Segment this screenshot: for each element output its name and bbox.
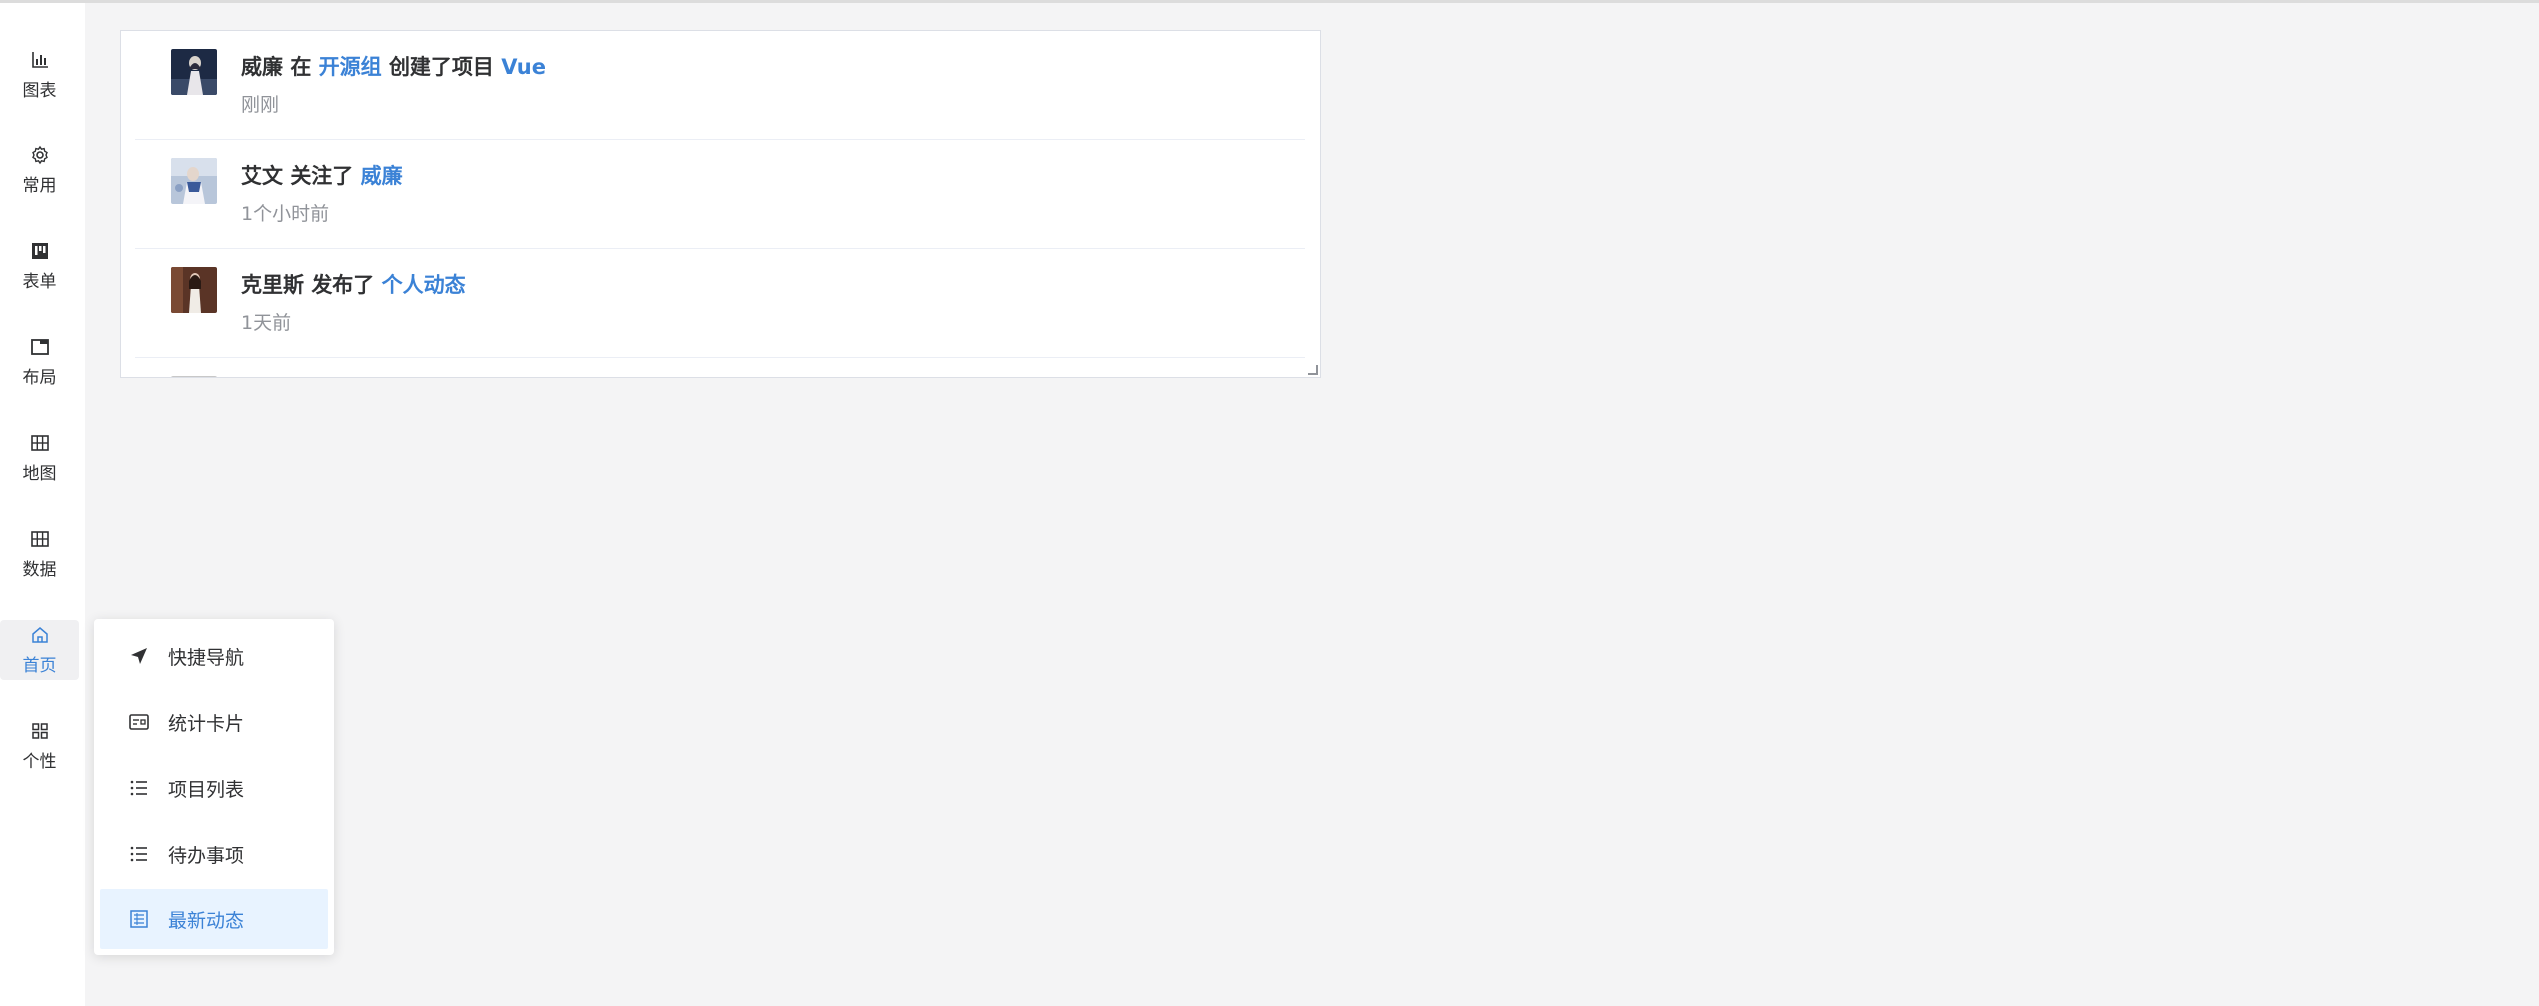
folder-icon <box>30 338 49 355</box>
sidebar-item-label: 布局 <box>22 367 57 388</box>
menu-item-label: 统计卡片 <box>168 712 245 735</box>
list-item: 克里斯 发布了 个人动态 1天前 <box>135 249 1305 358</box>
sidebar-item-common[interactable]: 常用 <box>0 140 79 200</box>
feed-verb: 发布了 <box>311 273 375 297</box>
list-icon <box>130 846 147 862</box>
home-submenu-popup: 快捷导航 统计卡片 项目列表 待办事项 最新动态 <box>94 619 334 955</box>
feed-title: 克里斯 发布了 个人动态 <box>241 269 466 299</box>
sidebar-item-label: 表单 <box>22 271 57 292</box>
activity-feed-card[interactable]: 威廉 在 开源组 创建了项目 Vue 刚刚 艾文 关注了 威廉 1个小时前 克里… <box>120 30 1321 378</box>
user-name: 威廉 <box>241 55 283 79</box>
avatar <box>171 49 217 95</box>
resize-handle[interactable] <box>1308 365 1318 375</box>
avatar <box>171 267 217 313</box>
sidebar-item-label: 常用 <box>22 175 57 196</box>
sidebar-item-label: 地图 <box>22 463 57 484</box>
list-item <box>135 358 1305 377</box>
send-icon <box>131 648 147 664</box>
apps-icon <box>31 722 48 739</box>
list-item: 艾文 关注了 威廉 1个小时前 <box>135 140 1305 249</box>
feed-title: 艾文 关注了 威廉 <box>241 160 403 190</box>
sidebar-item-layout[interactable]: 布局 <box>0 332 79 392</box>
menu-item-label: 最新动态 <box>168 909 245 932</box>
sidebar-item-label: 数据 <box>22 559 57 580</box>
bar-chart-icon <box>31 51 48 68</box>
list-icon <box>130 780 147 796</box>
sidebar-item-label: 图表 <box>22 80 57 101</box>
avatar <box>171 158 217 204</box>
feed-time: 刚刚 <box>241 94 280 116</box>
user-name: 克里斯 <box>241 273 304 297</box>
sidebar-item-charts[interactable]: 图表 <box>0 45 79 105</box>
menu-item-todo[interactable]: 待办事项 <box>100 824 328 884</box>
sidebar-item-form[interactable]: 表单 <box>0 236 79 296</box>
list-item: 威廉 在 开源组 创建了项目 Vue 刚刚 <box>135 31 1305 140</box>
feed-time: 1天前 <box>241 312 292 334</box>
card-icon <box>129 714 149 730</box>
post-link[interactable]: 个人动态 <box>382 273 466 297</box>
feed-verb: 创建了项目 <box>388 55 494 79</box>
sidebar-item-home[interactable]: 首页 <box>0 620 79 680</box>
sidebar-item-map[interactable]: 地图 <box>0 428 79 488</box>
sidebar-item-label: 首页 <box>22 655 57 676</box>
grid-icon <box>30 434 49 451</box>
group-link[interactable]: 开源组 <box>319 55 382 79</box>
sidebar-item-data[interactable]: 数据 <box>0 524 79 584</box>
top-loading-bar <box>0 0 2539 3</box>
feed-time: 1个小时前 <box>241 203 330 225</box>
menu-item-stat-card[interactable]: 统计卡片 <box>100 692 328 752</box>
sidebar-item-personal[interactable]: 个性 <box>0 716 79 776</box>
news-icon <box>130 910 148 928</box>
project-link[interactable]: Vue <box>501 55 546 79</box>
feed-verb: 在 <box>290 55 312 79</box>
kanban-icon <box>31 242 48 259</box>
menu-item-label: 项目列表 <box>168 778 245 801</box>
sidebar-item-label: 个性 <box>22 751 57 772</box>
feed-verb: 关注了 <box>290 164 354 188</box>
menu-item-quick-nav[interactable]: 快捷导航 <box>100 626 328 686</box>
menu-item-label: 待办事项 <box>168 844 245 867</box>
menu-item-label: 快捷导航 <box>168 646 245 669</box>
sidebar: 图表 常用 表单 布局 地图 数据 首页 个性 <box>0 3 85 1006</box>
menu-item-latest-news[interactable]: 最新动态 <box>100 889 328 949</box>
user-name: 艾文 <box>241 164 283 188</box>
avatar <box>171 376 217 377</box>
table-icon <box>30 530 49 547</box>
user-link[interactable]: 威廉 <box>361 164 403 188</box>
gear-icon <box>31 145 48 164</box>
menu-item-project-list[interactable]: 项目列表 <box>100 758 328 818</box>
feed-title: 威廉 在 开源组 创建了项目 Vue <box>241 51 546 81</box>
home-icon <box>31 626 48 643</box>
